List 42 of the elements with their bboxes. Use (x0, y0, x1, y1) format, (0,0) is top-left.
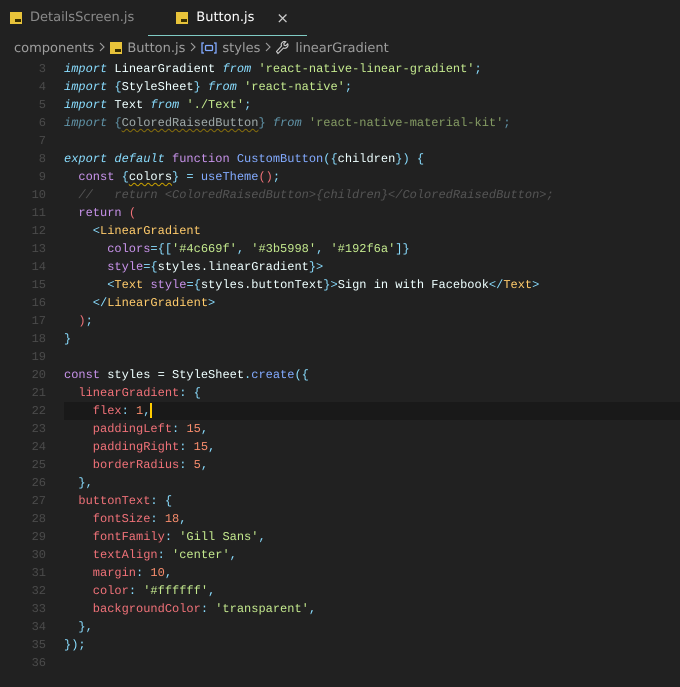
code-line: </LinearGradient> (92, 295, 216, 312)
code-line: import LinearGradient from 'react-native-linear-gradient'; (64, 61, 483, 78)
code-line: }, (77, 475, 94, 492)
code-line: margin: 10, (92, 565, 174, 582)
breadcrumb-item[interactable]: components (14, 40, 94, 56)
js-file-icon (10, 12, 22, 24)
code-line: }); (64, 637, 87, 654)
breadcrumb-item[interactable]: Button.js (127, 40, 186, 56)
code-line: paddingLeft: 15, (92, 421, 210, 438)
code-line: }, (77, 619, 94, 636)
text-cursor (150, 403, 152, 418)
wrench-icon (276, 41, 290, 55)
code-line: import {ColoredRaisedButton} from 'react-native-material-kit'; (64, 115, 512, 132)
code-line: fontFamily: 'Gill Sans', (92, 529, 267, 546)
code-line: ); (77, 313, 94, 330)
code-line: colors={['#4c669f', '#3b5998', '#192f6a']} (106, 241, 411, 258)
code-line: backgroundColor: 'transparent', (92, 601, 318, 618)
code-line: textAlign: 'center', (92, 547, 238, 564)
variable-icon (201, 42, 218, 54)
code-line: export default function CustomButton({children}) { (64, 151, 426, 168)
breadcrumb-item[interactable]: linearGradient (295, 40, 389, 56)
code-line: buttonText: { (77, 493, 174, 510)
code-line: fontSize: 18, (92, 511, 188, 528)
editor-tab[interactable]: Button.js × (148, 0, 307, 36)
code-line: <LinearGradient (92, 223, 202, 240)
code-line: const styles = StyleSheet.create({ (64, 367, 310, 384)
code-line: style={styles.linearGradient}> (106, 259, 324, 276)
code-line: import {StyleSheet} from 'react-native'; (64, 79, 354, 96)
code-line: import Text from './Text'; (64, 97, 252, 114)
code-line: color: '#ffffff', (92, 583, 216, 600)
code-line: paddingRight: 15, (92, 439, 216, 456)
close-icon[interactable]: × (276, 8, 289, 26)
js-file-icon (176, 12, 188, 24)
code-line: linearGradient: { (77, 385, 202, 402)
code-line: } (64, 331, 72, 348)
code-line: borderRadius: 5, (92, 457, 210, 474)
breadcrumb-item[interactable]: styles (222, 40, 260, 56)
js-file-icon (110, 42, 122, 54)
editor-tab[interactable]: DetailsScreen.js (0, 0, 148, 36)
code-line: <Text style={styles.buttonText}>Sign in with Facebook</Text> (106, 277, 540, 294)
code-line: return ( (77, 205, 138, 222)
code-line: const {colors} = useTheme(); (77, 169, 282, 186)
